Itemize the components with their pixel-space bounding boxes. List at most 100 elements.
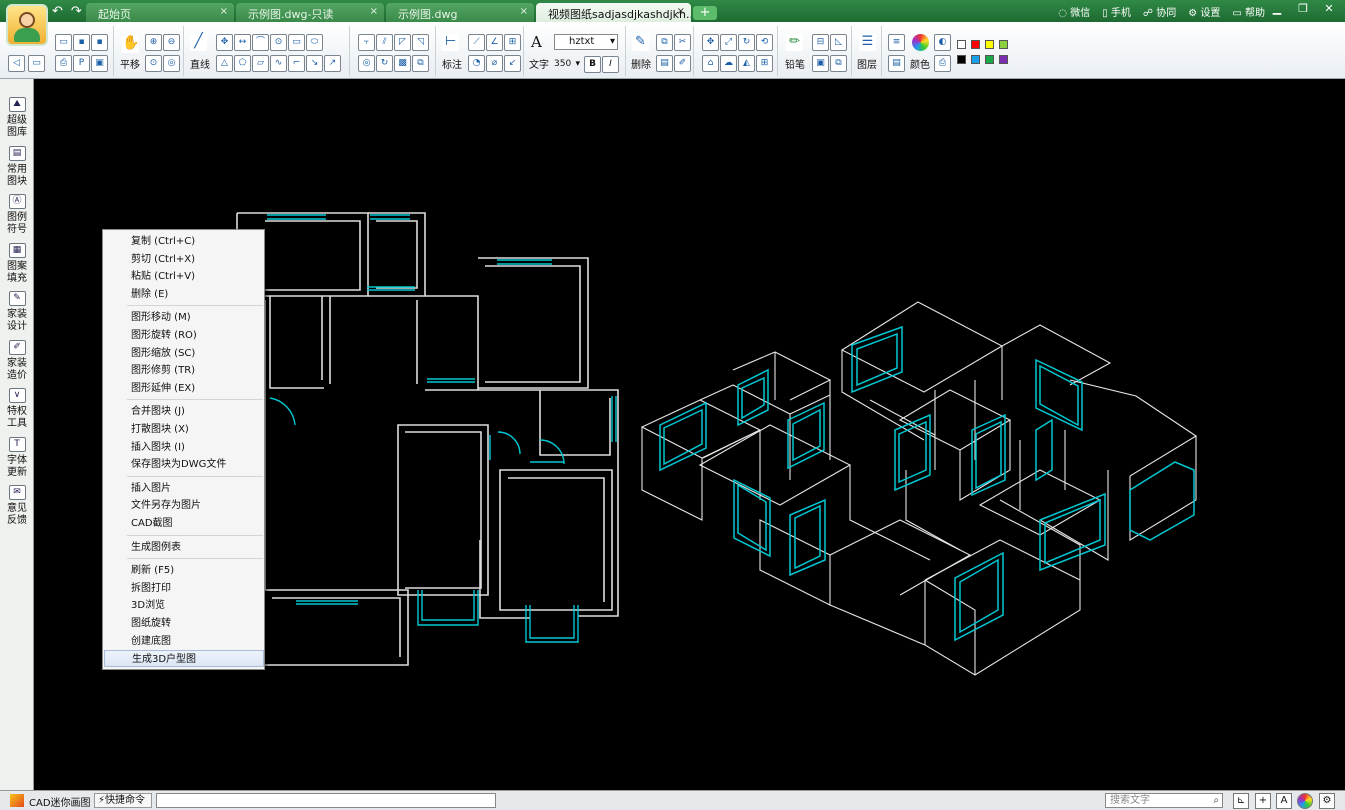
page-icon[interactable]: ▭ [28,55,45,72]
restore-button[interactable]: ❐ [1291,2,1315,16]
context-menu-item[interactable]: 图形缩放 (SC) [104,345,264,362]
sidebar-item-super-library[interactable]: ⛰ 超级 图库 [0,97,34,139]
match-prop-icon[interactable]: ✐ [674,55,691,72]
move-objects-icon[interactable]: ✥ [702,34,719,51]
lineweight-icon[interactable]: ▤ [888,55,905,72]
settings-tool-icon[interactable]: ⚙ [1319,793,1335,809]
color-wheel-icon[interactable] [912,34,929,51]
line-label[interactable]: 直线 [190,56,210,71]
context-menu-item[interactable]: 生成3D户型图 [104,650,264,668]
pencil-icon[interactable]: ✏ [786,34,803,51]
context-menu-item[interactable]: 删除 (E) [104,286,264,303]
linetype-icon[interactable]: ≡ [888,34,905,51]
hatch-icon[interactable]: ▩ [394,55,411,72]
spline-icon[interactable]: ∿ [270,55,287,72]
continue-dim-icon[interactable]: ⊞ [504,34,521,51]
save-icon[interactable]: ▪ [73,34,90,51]
tab-close-icon[interactable]: × [370,6,378,17]
minimize-button[interactable]: ▁ [1265,2,1289,16]
scale-icon[interactable]: ⤢ [720,34,737,51]
polygon-icon[interactable]: ⬠ [234,55,251,72]
context-menu-item[interactable]: 生成图例表 [104,539,264,556]
zoom-extents-icon[interactable]: ◎ [163,55,180,72]
tab-close-icon[interactable]: × [520,6,528,17]
print-style-icon[interactable]: ⎙ [934,55,951,72]
color-swatch[interactable] [999,40,1008,49]
new-tab-button[interactable]: + [693,6,717,20]
context-menu-item[interactable]: 图形旋转 (RO) [104,327,264,344]
sidebar-item-legend-symbols[interactable]: Ⓐ 图例 符号 [0,194,34,236]
zoom-in-icon[interactable]: ⊕ [145,34,162,51]
search-icon[interactable]: ⌕ [1213,794,1219,807]
delete-label[interactable]: 删除 [631,56,651,71]
tab-close-icon[interactable]: × [220,6,228,17]
diameter-dim-icon[interactable]: ⌀ [486,55,503,72]
command-input[interactable] [156,793,496,808]
top-link[interactable]: ▯ 手机 [1102,4,1131,19]
pan-label[interactable]: 平移 [120,56,140,71]
context-menu-item[interactable]: 图形移动 (M) [104,309,264,326]
sidebar-item-home-cost[interactable]: ✐ 家装 造价 [0,339,34,382]
top-link[interactable]: ▭ 帮助 [1232,4,1265,19]
document-tab[interactable]: 视频图纸sadjasdjkashdjkh... × [536,3,691,22]
sidebar-item-common-blocks[interactable]: ▤ 常用 图块 [0,145,34,188]
document-tab[interactable]: 示例图.dwg-只读 × [236,3,384,22]
context-menu-item[interactable]: 合并图块 (J) [104,403,264,420]
color-swatch[interactable] [971,40,980,49]
triangle-icon[interactable]: △ [216,55,233,72]
leader-icon[interactable]: ↙ [504,55,521,72]
crosshair-icon[interactable]: + [1255,793,1271,809]
cut-icon[interactable]: ✂ [674,34,691,51]
fillet-icon[interactable]: ◸ [394,34,411,51]
context-menu-item[interactable]: 刷新 (F5) [104,562,264,579]
top-link[interactable]: ◌ 微信 [1058,4,1090,19]
context-menu-item[interactable]: 粘贴 (Ctrl+V) [104,268,264,285]
italic-button[interactable]: I [602,56,619,73]
context-menu-item[interactable]: 创建底图 [104,633,264,650]
line-tool-icon[interactable]: ╱ [190,34,207,51]
sidebar-item-special-tools[interactable]: ∨ 特权 工具 [0,388,34,430]
zoom-out-icon[interactable]: ⊖ [163,34,180,51]
dimension-icon[interactable]: ⊢ [442,34,459,51]
pan-hand-icon[interactable]: ✋ [122,36,139,53]
context-menu-item[interactable]: 打散图块 (X) [104,421,264,438]
top-link[interactable]: ⚙ 设置 [1188,4,1220,19]
text-label[interactable]: 文字 [529,56,549,71]
snap-icon[interactable]: ⊾ [1233,793,1249,809]
bold-button[interactable]: B [584,56,601,73]
area-icon[interactable]: ◺ [830,34,847,51]
text-tool-icon[interactable]: A [531,33,542,51]
chamfer-icon[interactable]: ◹ [412,34,429,51]
export-image-icon[interactable]: ▣ [91,55,108,72]
paste-icon[interactable]: ▤ [656,55,673,72]
text-search-input[interactable]: 搜索文字 ⌕ [1105,793,1223,808]
measure-icon[interactable]: ⊟ [812,34,829,51]
arc-icon[interactable]: ⌒ [252,34,269,51]
zoom-window-icon[interactable]: ⊙ [145,55,162,72]
pdf-icon[interactable]: P [73,55,90,72]
sidebar-item-feedback[interactable]: ✉ 意见 反馈 [0,485,34,527]
grid-array-icon[interactable]: ⊞ [756,55,773,72]
context-menu-item[interactable]: CAD截图 [104,515,264,532]
sidebar-item-font-update[interactable]: T 字体 更新 [0,436,34,479]
save-all-icon[interactable]: ▪ [91,34,108,51]
mirror-icon[interactable]: ⧉ [412,55,429,72]
undo-icon[interactable]: ↶ [52,4,63,19]
context-menu-item[interactable]: 文件另存为图片 [104,497,264,514]
color-swatch[interactable] [971,55,980,64]
eraser-icon[interactable]: ✎ [632,34,649,51]
radius-dim-icon[interactable]: ◔ [468,55,485,72]
context-menu-item[interactable]: 保存图块为DWG文件 [104,456,264,473]
text-style-icon[interactable]: A [1276,793,1292,809]
color-swatch[interactable] [957,40,966,49]
open-file-icon[interactable]: ▭ [55,34,72,51]
layers-icon[interactable]: ☰ [859,34,876,51]
print-icon[interactable]: ⎙ [55,55,72,72]
color-swatch[interactable] [957,55,966,64]
context-menu-item[interactable]: 图形修剪 (TR) [104,362,264,379]
font-select[interactable]: hztxt ▾ [554,34,618,50]
polyline-icon[interactable]: ⌐ [288,55,305,72]
font-size-select[interactable]: 350 ▾ [554,57,580,71]
color-swatch[interactable] [999,55,1008,64]
document-tab[interactable]: 示例图.dwg × [386,3,534,22]
